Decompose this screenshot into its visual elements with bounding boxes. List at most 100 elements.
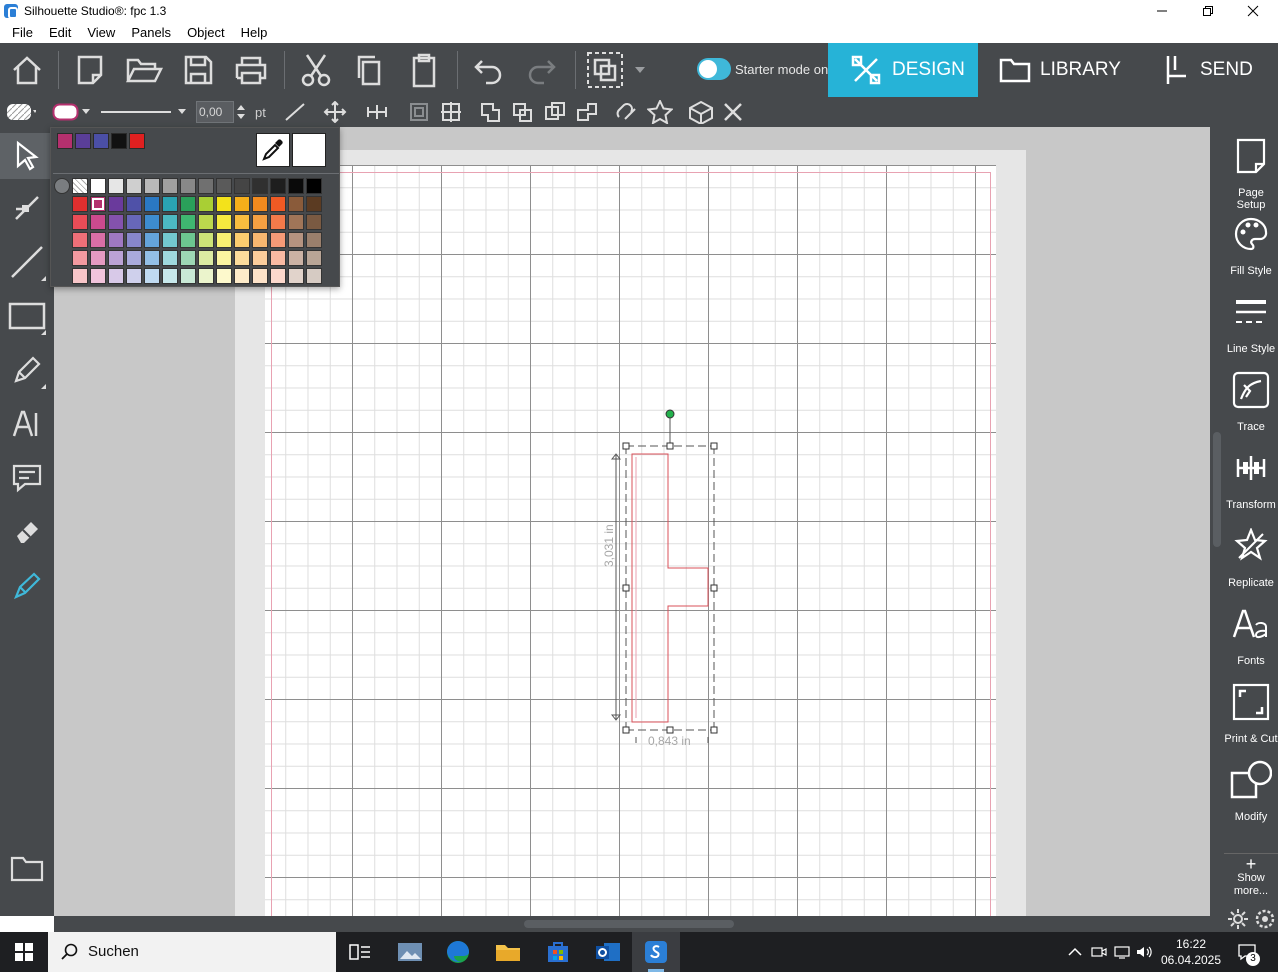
resize-handle-n[interactable] bbox=[666, 442, 674, 450]
panel-modify[interactable]: Modify bbox=[1224, 755, 1278, 833]
save-button[interactable] bbox=[178, 50, 218, 90]
color-swatch[interactable] bbox=[198, 250, 214, 266]
color-swatch[interactable] bbox=[162, 196, 178, 212]
knife-tool[interactable] bbox=[4, 563, 50, 609]
home-button[interactable] bbox=[7, 50, 47, 90]
color-swatch[interactable] bbox=[288, 178, 304, 194]
color-swatch[interactable] bbox=[126, 178, 142, 194]
color-swatch[interactable] bbox=[234, 214, 250, 230]
color-swatch[interactable] bbox=[306, 250, 322, 266]
recent-color-swatch[interactable] bbox=[57, 133, 73, 149]
library-panel-toggle[interactable] bbox=[4, 846, 50, 892]
color-swatch[interactable] bbox=[180, 178, 196, 194]
horizontal-scroll-thumb[interactable] bbox=[524, 920, 734, 928]
color-swatch[interactable] bbox=[180, 214, 196, 230]
tab-design[interactable]: DESIGN bbox=[828, 43, 978, 97]
color-swatch[interactable] bbox=[270, 196, 286, 212]
color-swatch[interactable] bbox=[252, 178, 268, 194]
color-swatch[interactable] bbox=[252, 232, 268, 248]
color-swatch[interactable] bbox=[72, 250, 88, 266]
align-button[interactable] bbox=[364, 101, 390, 123]
weld-button[interactable] bbox=[478, 101, 504, 123]
taskbar-search[interactable]: Suchen bbox=[48, 932, 336, 972]
color-swatch[interactable] bbox=[234, 268, 250, 284]
color-swatch[interactable] bbox=[126, 232, 142, 248]
group-button[interactable] bbox=[585, 50, 625, 90]
color-swatch[interactable] bbox=[198, 268, 214, 284]
color-swatch[interactable] bbox=[162, 178, 178, 194]
color-swatch[interactable] bbox=[216, 178, 232, 194]
rectangle-tool[interactable] bbox=[4, 293, 50, 339]
divide-button[interactable] bbox=[574, 101, 600, 123]
color-swatch[interactable] bbox=[144, 268, 160, 284]
text-tool[interactable] bbox=[4, 401, 50, 447]
color-swatch[interactable] bbox=[198, 178, 214, 194]
open-button[interactable] bbox=[124, 50, 164, 90]
color-swatch[interactable] bbox=[108, 178, 124, 194]
taskbar-store[interactable] bbox=[534, 932, 582, 972]
color-swatch[interactable] bbox=[270, 268, 286, 284]
color-swatch[interactable] bbox=[90, 268, 106, 284]
no-color-swatch[interactable] bbox=[54, 178, 70, 194]
resize-handle-w[interactable] bbox=[622, 584, 630, 592]
color-swatch[interactable] bbox=[180, 232, 196, 248]
menu-panels[interactable]: Panels bbox=[123, 22, 179, 43]
copy-button[interactable] bbox=[350, 50, 390, 90]
fill-selector[interactable] bbox=[4, 101, 38, 123]
color-swatch[interactable] bbox=[288, 214, 304, 230]
preferences-gear-icon[interactable] bbox=[1254, 908, 1276, 930]
color-swatch[interactable] bbox=[288, 232, 304, 248]
color-swatch[interactable] bbox=[216, 196, 232, 212]
color-swatch[interactable] bbox=[144, 250, 160, 266]
color-swatch[interactable] bbox=[108, 250, 124, 266]
resize-handle-sw[interactable] bbox=[622, 726, 630, 734]
restore-button[interactable] bbox=[1185, 0, 1231, 22]
color-swatch[interactable] bbox=[306, 178, 322, 194]
edit-points-tool[interactable] bbox=[4, 185, 50, 231]
color-swatch[interactable] bbox=[162, 250, 178, 266]
taskbar-file-explorer[interactable] bbox=[484, 932, 532, 972]
color-swatch[interactable] bbox=[108, 268, 124, 284]
start-button[interactable] bbox=[0, 932, 48, 972]
panel-fill-style[interactable]: Fill Style bbox=[1224, 209, 1278, 287]
recent-color-swatch[interactable] bbox=[129, 133, 145, 149]
panel-fonts[interactable]: Fonts bbox=[1224, 599, 1278, 677]
color-swatch[interactable] bbox=[126, 250, 142, 266]
color-swatch[interactable] bbox=[180, 268, 196, 284]
tray-network[interactable] bbox=[1114, 944, 1132, 960]
panel-trace[interactable]: Trace bbox=[1224, 365, 1278, 443]
eyedropper-button[interactable] bbox=[256, 133, 290, 167]
resize-handle-nw[interactable] bbox=[622, 442, 630, 450]
color-swatch[interactable] bbox=[216, 214, 232, 230]
tab-send[interactable]: SEND bbox=[1128, 43, 1278, 97]
color-swatch[interactable] bbox=[306, 196, 322, 212]
vertical-scroll-thumb[interactable] bbox=[1213, 432, 1221, 547]
color-swatch[interactable] bbox=[234, 178, 250, 194]
redo-button[interactable] bbox=[522, 50, 562, 90]
recent-color-swatch[interactable] bbox=[111, 133, 127, 149]
align-page-button[interactable] bbox=[406, 101, 432, 123]
close-window-button[interactable] bbox=[1230, 0, 1276, 22]
vertical-scrollbar[interactable] bbox=[1210, 127, 1224, 916]
color-swatch[interactable] bbox=[180, 196, 196, 212]
color-swatch[interactable] bbox=[72, 232, 88, 248]
color-swatch[interactable] bbox=[90, 178, 106, 194]
color-swatch[interactable] bbox=[270, 250, 286, 266]
tray-meet-now[interactable] bbox=[1090, 944, 1108, 960]
favorite-button[interactable] bbox=[646, 100, 674, 124]
intersect-button[interactable] bbox=[542, 101, 568, 123]
print-button[interactable] bbox=[231, 50, 271, 90]
color-swatch[interactable] bbox=[90, 232, 106, 248]
cut-button[interactable] bbox=[296, 50, 336, 90]
color-swatch[interactable] bbox=[198, 232, 214, 248]
tab-library[interactable]: LIBRARY bbox=[978, 43, 1128, 97]
color-swatch[interactable] bbox=[198, 196, 214, 212]
subtract-button[interactable] bbox=[510, 101, 536, 123]
color-swatch[interactable] bbox=[108, 232, 124, 248]
paste-button[interactable] bbox=[404, 50, 444, 90]
color-swatch[interactable] bbox=[162, 268, 178, 284]
color-swatch[interactable] bbox=[144, 232, 160, 248]
color-swatch[interactable] bbox=[162, 214, 178, 230]
color-swatch[interactable] bbox=[90, 250, 106, 266]
color-swatch[interactable] bbox=[252, 214, 268, 230]
